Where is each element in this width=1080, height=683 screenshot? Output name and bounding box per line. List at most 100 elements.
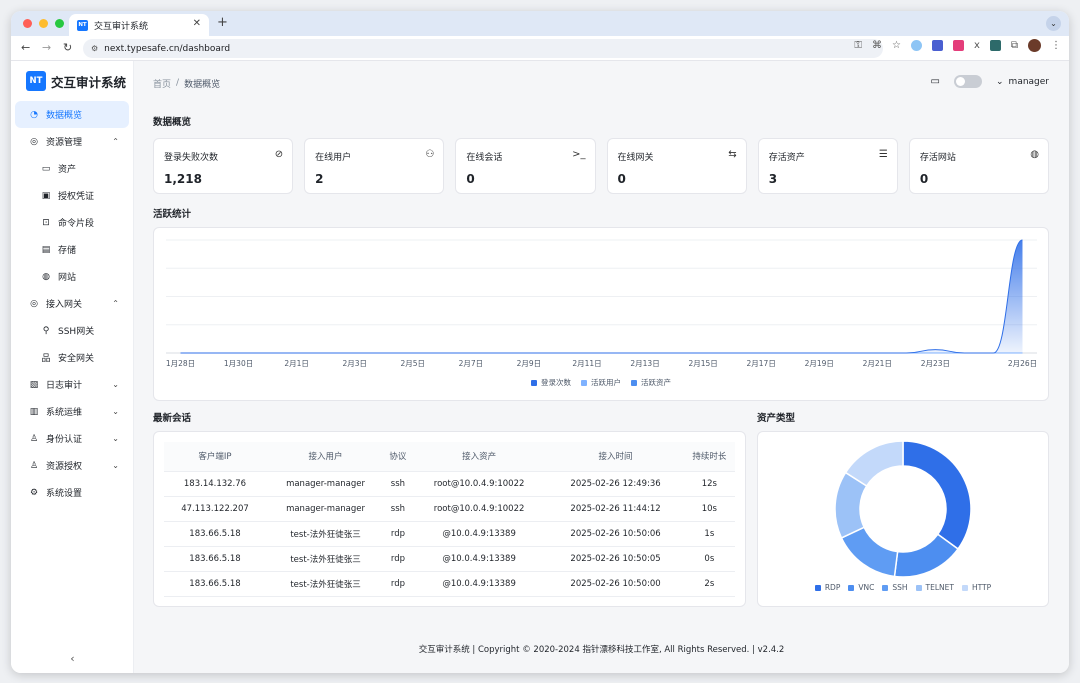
sidebar-item-log-audit[interactable]: ▧ 日志审计 ⌄ [11, 371, 133, 398]
x-tick-label: 2月15日 [688, 359, 717, 368]
theme-toggle[interactable] [954, 75, 982, 88]
table-cell: 12s [683, 471, 735, 497]
stat-card-alive-websites: 存活网站 0 ◍ [908, 138, 1050, 194]
password-key-icon[interactable]: ⚿ [854, 40, 862, 51]
sidebar-item-settings[interactable]: ⚙ 系统设置 [11, 479, 133, 506]
legend-item[interactable]: 活跃资产 [631, 377, 671, 388]
sidebar-item-label: 安全网关 [58, 354, 95, 364]
overview-cards: 登录失败次数 1,218 ⊘ 在线用户 2 ⚇ 在线会话 0 >_ 在线网关 0 [153, 138, 1050, 194]
puzzle-icon[interactable]: ⧉ [1011, 40, 1018, 51]
legend-item[interactable]: 登录次数 [531, 377, 571, 388]
table-row[interactable]: 183.66.5.18 test-法外狂徒张三 rdp @10.0.4.9:13389… [164, 546, 735, 572]
close-icon[interactable]: ✕ [193, 18, 201, 29]
dashboard-icon: ◔ [30, 109, 38, 120]
footer: 交互审计系统 | Copyright © 2020-2024 指针漂移科技工作室… [418, 645, 785, 655]
url-text: next.typesafe.cn/dashboard [104, 43, 231, 54]
extension-icon[interactable] [952, 40, 964, 51]
sidebar-item-assets[interactable]: ▭ 资产 [11, 155, 133, 182]
x-tick-label: 2月17日 [747, 359, 776, 368]
brand[interactable]: NT 交互审计系统 [11, 61, 133, 101]
sidebar-item-gateway[interactable]: ◎ 接入网关 ⌃ [11, 290, 133, 317]
table-cell: root@10.0.4.9:10022 [410, 496, 548, 522]
sidebar-item-credentials[interactable]: ▣ 授权凭证 [11, 182, 133, 209]
sidebar-item-ssh-gateway[interactable]: ⚲ SSH网关 [11, 317, 133, 344]
extension-icon[interactable] [931, 40, 943, 51]
legend-item[interactable]: SSH [882, 583, 908, 592]
bottom-row: 最新会话 客户端IP 接入用户 协议 接入资产 接入时间 持续时长 183.14.132.… [153, 410, 1049, 607]
sidebar-item-websites[interactable]: ◍ 网站 [11, 263, 133, 290]
toolbar-extensions: ⚿ ⌘ ☆ x ⧉ ⋮ [854, 39, 1061, 52]
sidebar-item-dashboard[interactable]: ◔ 数据概览 [15, 101, 129, 128]
sidebar-item-label: 日志审计 [46, 381, 83, 391]
network-icon: 品 [41, 354, 51, 364]
table-cell: rdp [385, 546, 411, 572]
sidebar-item-label: 身份认证 [46, 435, 83, 445]
maximize-window-button[interactable] [55, 19, 64, 28]
profile-avatar[interactable] [1028, 39, 1041, 52]
legend-item[interactable]: VNC [848, 583, 874, 592]
table-row[interactable]: 183.66.5.18 test-法外狂徒张三 rdp @10.0.4.9:13389… [164, 521, 735, 547]
window-controls [23, 19, 64, 28]
close-window-button[interactable] [23, 19, 32, 28]
extension-x-icon[interactable]: x [974, 40, 980, 51]
minimize-window-button[interactable] [39, 19, 48, 28]
translate-icon[interactable]: ⌘ [872, 40, 882, 51]
card-label: 存活资产 [768, 153, 805, 163]
sidebar-item-resource-management[interactable]: ◎ 资源管理 ⌃ [11, 128, 133, 155]
legend-item[interactable]: 活跃用户 [581, 377, 621, 388]
sessions-title: 最新会话 [153, 413, 192, 424]
sidebar-item-security-gateway[interactable]: 品 安全网关 [11, 344, 133, 371]
table-row[interactable]: 47.113.122.207 manager-manager ssh root@10.… [164, 496, 735, 522]
table-cell: 0s [683, 546, 735, 572]
user-icon: ♙ [29, 433, 39, 444]
topbar: 首页 / 数据概览 ▭ ⌄ manager [153, 61, 1049, 105]
table-cell: rdp [385, 571, 411, 597]
legend-swatch [814, 584, 821, 591]
sidebar-item-identity[interactable]: ♙ 身份认证 ⌄ [11, 425, 133, 452]
forward-icon[interactable]: → [42, 41, 51, 54]
table-row[interactable]: 183.14.132.76 manager-manager ssh root@10.0… [164, 471, 735, 497]
breadcrumb-home[interactable]: 首页 [153, 77, 171, 90]
app-root: NT 交互审计系统 ◔ 数据概览 ◎ 资源管理 ⌃ ▭ 资产 ▣ 授权凭证 ⊡ … [11, 61, 1069, 673]
sidebar-item-resource-auth[interactable]: ♙ 资源授权 ⌄ [11, 452, 133, 479]
ops-icon: ▥ [29, 406, 39, 417]
gateway-submenu: ⚲ SSH网关 品 安全网关 [11, 317, 133, 371]
more-menu-icon[interactable]: ⋮ [1051, 40, 1061, 51]
table-row[interactable]: 183.66.5.18 test-法外狂徒张三 rdp @10.0.4.9:13389… [164, 571, 735, 597]
bookmark-star-icon[interactable]: ☆ [892, 40, 901, 51]
gateway-icon: ◎ [30, 298, 38, 309]
new-tab-icon[interactable]: + [217, 15, 228, 30]
laptop-icon[interactable]: ▭ [931, 76, 940, 87]
activity-legend: 登录次数 活跃用户 活跃资产 [154, 377, 1048, 388]
chevron-down-icon: ⌄ [112, 407, 119, 416]
users-icon: ⚇ [425, 149, 435, 160]
sidebar-item-label: 网站 [58, 273, 77, 283]
chevron-down-icon[interactable]: ⌄ [1046, 16, 1061, 31]
address-bar[interactable]: ⚙ next.typesafe.cn/dashboard [83, 39, 883, 58]
sidebar-item-system-ops[interactable]: ▥ 系统运维 ⌄ [11, 398, 133, 425]
username: manager [1008, 76, 1049, 87]
table-cell: @10.0.4.9:13389 [410, 571, 548, 597]
card-value: 0 [617, 172, 626, 186]
table-cell: @10.0.4.9:13389 [410, 521, 548, 547]
back-icon[interactable]: ← [21, 41, 30, 54]
reload-icon[interactable]: ↻ [63, 41, 72, 54]
sessions-panel: 客户端IP 接入用户 协议 接入资产 接入时间 持续时长 183.14.132.76 man… [153, 431, 746, 607]
sidebar-item-commands[interactable]: ⊡ 命令片段 [11, 209, 133, 236]
legend-item[interactable]: RDP [814, 583, 841, 592]
collapse-sidebar-icon[interactable]: ‹ [11, 652, 134, 665]
extension-icon[interactable] [989, 40, 1001, 51]
asset-types-section: 资产类型 RDP VNC SSH TELNET HTTP [757, 410, 1049, 607]
asset-types-donut [834, 440, 972, 578]
site-info-icon[interactable]: ⚙ [91, 44, 98, 53]
legend-label: RDP [824, 583, 841, 592]
extension-icon[interactable] [910, 40, 922, 51]
legend-item[interactable]: HTTP [961, 583, 991, 592]
browser-tab[interactable]: NT 交互审计系统 ✕ [69, 14, 209, 36]
legend-item[interactable]: TELNET [915, 583, 954, 592]
sidebar-item-storage[interactable]: ▤ 存储 [11, 236, 133, 263]
user-menu[interactable]: ⌄ manager [996, 77, 1049, 87]
donut-slice[interactable] [902, 440, 972, 551]
card-value: 1,218 [164, 172, 202, 186]
legend-swatch [631, 379, 637, 386]
